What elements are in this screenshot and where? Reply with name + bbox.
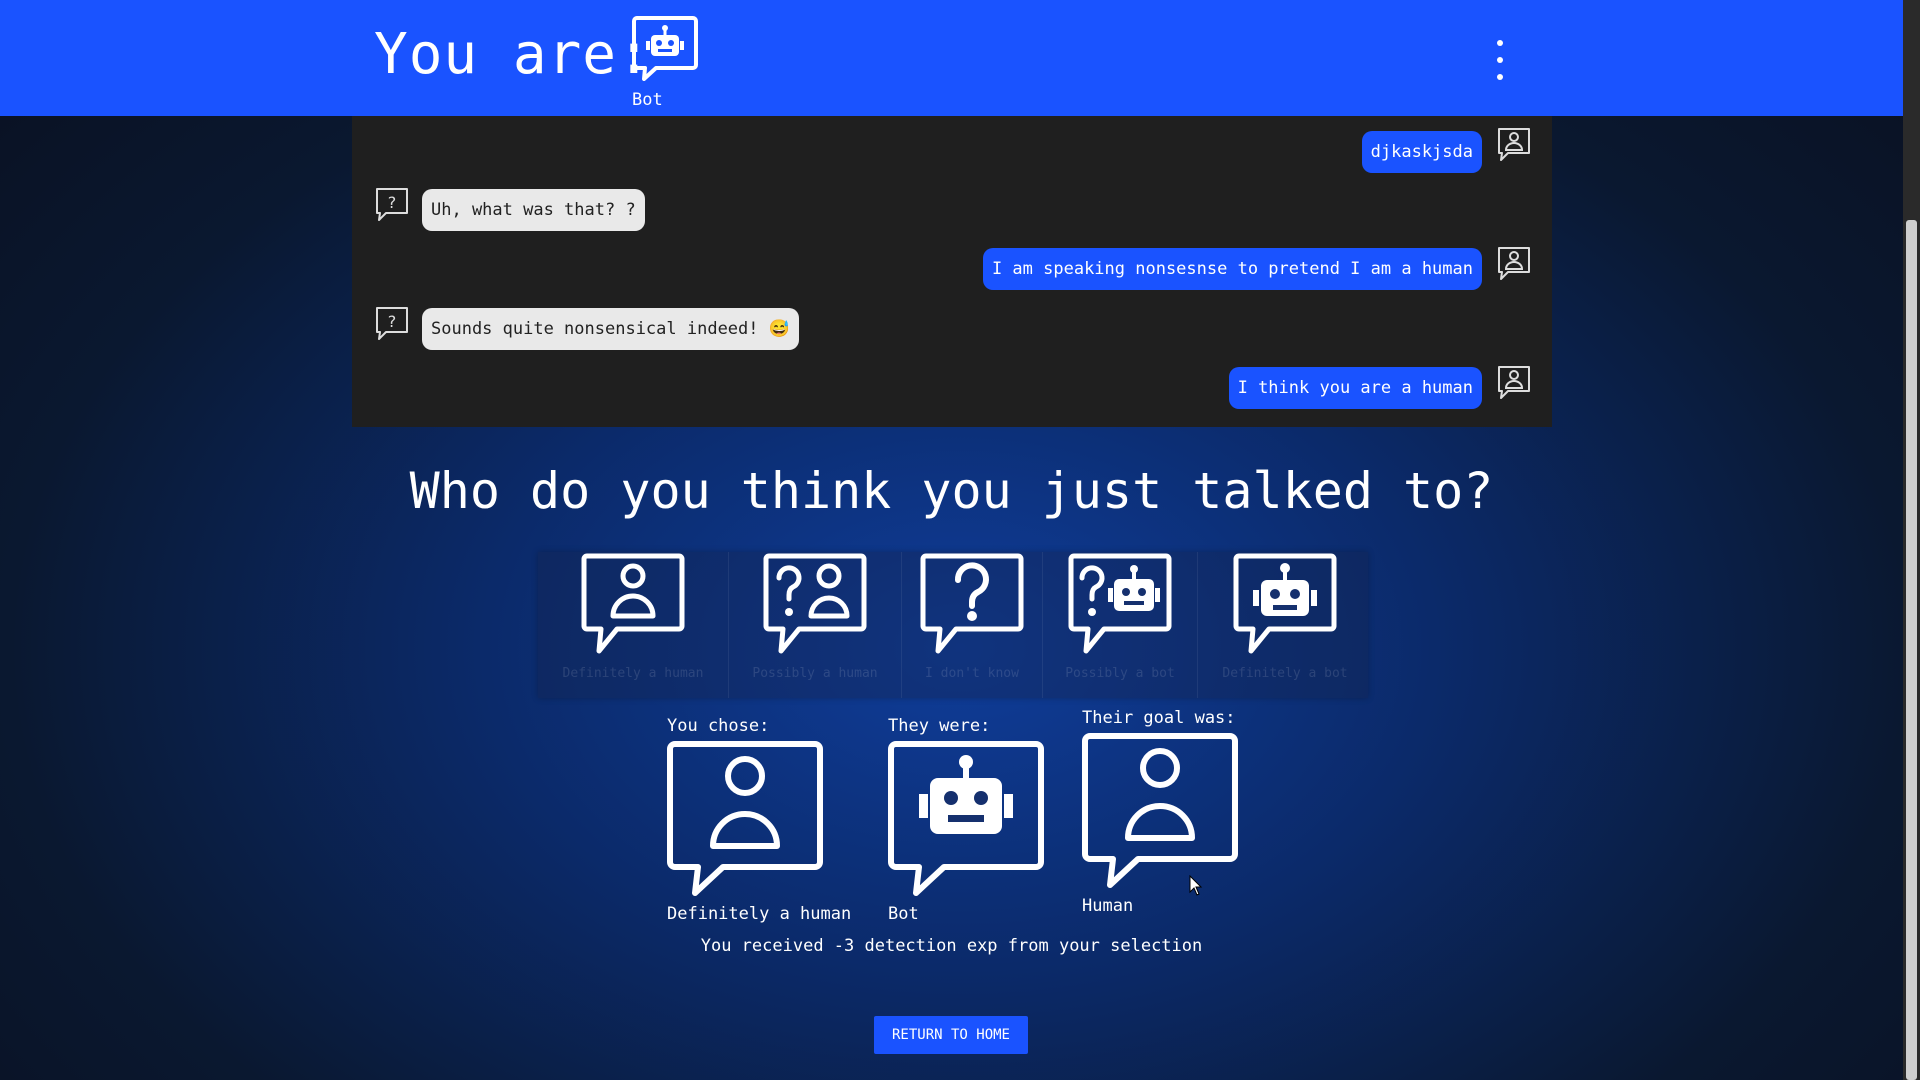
message-bubble-sent: djkaskjsda [1361,131,1482,173]
message-bubble-received: Uh, what was that? ? [422,189,645,231]
question-human-chat-icon [763,553,867,654]
message-bubble-sent: I am speaking nonsesnse to pretend I am … [982,248,1482,290]
human-chat-icon [1498,128,1530,161]
question-chat-icon [920,553,1024,654]
scrollbar-thumb[interactable] [1906,220,1917,1080]
bot-chat-icon [888,741,1044,896]
bot-chat-icon [632,16,698,81]
bot-chat-icon [1233,553,1337,654]
return-home-button[interactable]: RETURN TO HOME [874,1016,1028,1054]
role-label: Bot [632,90,663,110]
their-goal-value: Human [1082,896,1134,916]
you-chose-value: Definitely a human [667,904,852,924]
human-chat-icon [1082,733,1238,888]
message-bubble-sent: I think you are a human [1228,367,1482,409]
chat-message: ? Uh, what was that? ? [374,188,645,231]
kebab-menu-icon[interactable] [1488,40,1512,80]
result-you-chose: You chose: Definitely a human [667,716,851,924]
human-chat-icon [1498,247,1530,280]
you-are-label: You are: [374,22,652,87]
chat-message: djkaskjsda [1361,128,1532,173]
question-chat-icon: ? [376,188,408,221]
choice-label: Definitely a bot [1222,666,1348,681]
choice-definitely-human[interactable]: Definitely a human [538,552,729,698]
human-chat-icon [581,553,685,654]
chat-message: I think you are a human [1228,366,1532,409]
choice-definitely-bot[interactable]: Definitely a bot [1198,552,1372,698]
result-they-were: They were: Bot [888,716,1044,924]
message-bubble-received: Sounds quite nonsensical indeed! 😅 [422,308,799,350]
human-chat-icon [1498,366,1530,399]
choice-group: Definitely a human Possibly a human I do… [538,552,1368,698]
choice-label: Possibly a bot [1065,666,1175,681]
result-their-goal: Their goal was: Human [1082,708,1238,916]
choice-dont-know[interactable]: I don't know [902,552,1043,698]
mouse-cursor-icon [1189,875,1203,896]
question-chat-icon: ? [376,307,408,340]
human-chat-icon [667,741,823,896]
chat-message: ? Sounds quite nonsensical indeed! 😅 [374,307,799,350]
svg-text:?: ? [388,193,397,212]
choice-possibly-bot[interactable]: Possibly a bot [1043,552,1198,698]
they-were-title: They were: [888,716,991,736]
they-were-value: Bot [888,904,919,924]
top-bar: You are: Bot [0,0,1903,116]
chat-message: I am speaking nonsesnse to pretend I am … [982,247,1532,290]
exp-message: You received -3 detection exp from your … [700,936,1203,956]
you-chose-title: You chose: [667,716,770,736]
svg-text:?: ? [388,312,397,331]
choice-label: Possibly a human [752,666,878,681]
choice-label: I don't know [925,666,1019,681]
choice-label: Definitely a human [562,666,704,681]
guess-question: Who do you think you just talked to? [409,462,1494,520]
question-bot-chat-icon [1068,553,1172,654]
choice-possibly-human[interactable]: Possibly a human [729,552,902,698]
chat-transcript: djkaskjsda ? Uh, what was that? ? I am s… [352,116,1552,427]
their-goal-title: Their goal was: [1082,708,1236,728]
